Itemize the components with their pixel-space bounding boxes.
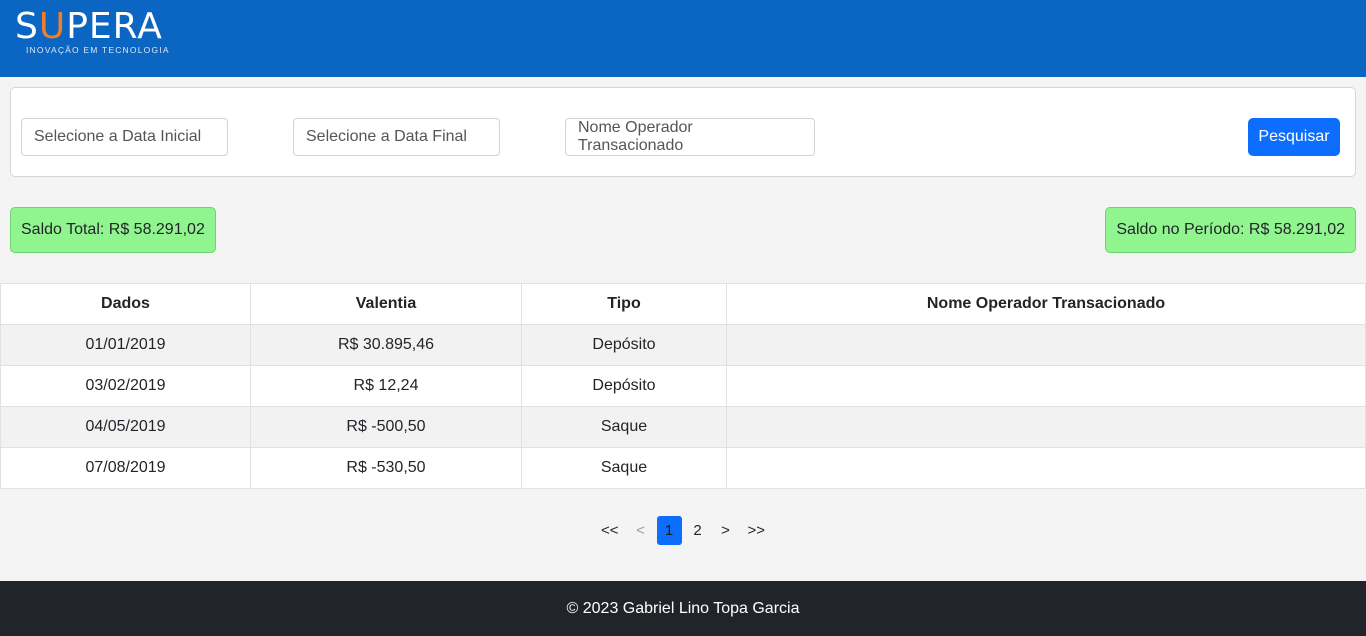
first-page-button[interactable]: <<: [595, 516, 625, 545]
cell-date: 04/05/2019: [0, 406, 251, 448]
cell-type: Saque: [521, 447, 727, 489]
period-balance-badge: Saldo no Período: R$ 58.291,02: [1105, 207, 1356, 253]
page-2-button[interactable]: 2: [686, 516, 710, 545]
cell-date: 01/01/2019: [0, 324, 251, 366]
cell-date: 07/08/2019: [0, 447, 251, 489]
cell-type: Depósito: [521, 365, 727, 407]
supera-logo[interactable]: SUPERA INOVAÇÃO EM TECNOLOGIA: [15, 8, 175, 60]
last-page-button[interactable]: >>: [742, 516, 772, 545]
cell-operator: [726, 324, 1366, 366]
cell-value: R$ 30.895,46: [250, 324, 522, 366]
cell-operator: [726, 406, 1366, 448]
previous-page-button[interactable]: <: [629, 516, 653, 545]
column-header-operator: Nome Operador Transacionado: [726, 283, 1366, 325]
table-row: 04/05/2019 R$ -500,50 Saque: [0, 406, 1366, 448]
cell-value: R$ 12,24: [250, 365, 522, 407]
operator-name-input[interactable]: Nome Operador Transacionado: [565, 118, 815, 156]
pagination: << < 1 2 > >>: [0, 516, 1366, 545]
cell-value: R$ -500,50: [250, 406, 522, 448]
cell-type: Saque: [521, 406, 727, 448]
page-1-button[interactable]: 1: [656, 516, 682, 545]
cell-operator: [726, 447, 1366, 489]
page-footer: © 2023 Gabriel Lino Topa Garcia: [0, 581, 1366, 636]
end-date-input[interactable]: Selecione a Data Final: [293, 118, 500, 156]
column-header-date: Dados: [0, 283, 251, 325]
search-filter-panel: Selecione a Data Inicial Selecione a Dat…: [10, 87, 1356, 177]
total-balance-badge: Saldo Total: R$ 58.291,02: [10, 207, 216, 253]
start-date-input[interactable]: Selecione a Data Inicial: [21, 118, 228, 156]
app-header: SUPERA INOVAÇÃO EM TECNOLOGIA: [0, 0, 1366, 77]
logo-tagline: INOVAÇÃO EM TECNOLOGIA: [26, 45, 170, 55]
transactions-table: Dados Valentia Tipo Nome Operador Transa…: [0, 283, 1366, 489]
cell-date: 03/02/2019: [0, 365, 251, 407]
table-row: 01/01/2019 R$ 30.895,46 Depósito: [0, 324, 1366, 366]
cell-type: Depósito: [521, 324, 727, 366]
cell-value: R$ -530,50: [250, 447, 522, 489]
column-header-type: Tipo: [521, 283, 727, 325]
logo-wordmark: SUPERA: [15, 6, 163, 47]
search-button[interactable]: Pesquisar: [1248, 118, 1340, 156]
next-page-button[interactable]: >: [714, 516, 738, 545]
cell-operator: [726, 365, 1366, 407]
table-header-row: Dados Valentia Tipo Nome Operador Transa…: [0, 283, 1366, 325]
column-header-value: Valentia: [250, 283, 522, 325]
table-row: 07/08/2019 R$ -530,50 Saque: [0, 447, 1366, 489]
table-row: 03/02/2019 R$ 12,24 Depósito: [0, 365, 1366, 407]
copyright-text: © 2023 Gabriel Lino Topa Garcia: [566, 599, 800, 617]
